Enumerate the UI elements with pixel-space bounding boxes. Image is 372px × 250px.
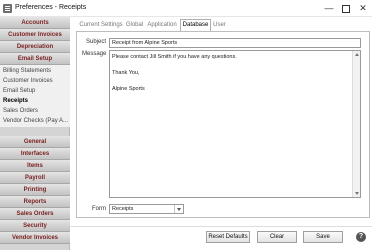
subject-field[interactable]: Receipt from Alpine Sports [109, 38, 361, 48]
minimize-button[interactable]: — [322, 2, 336, 14]
section-printing[interactable]: Printing [0, 184, 70, 196]
email-setup-panel: Billing Statements Customer Invoices Ema… [0, 65, 70, 127]
sidebar-item-sales-orders[interactable]: Sales Orders [3, 108, 38, 114]
tab-global[interactable]: Global [124, 20, 145, 31]
section-customer-invoices[interactable]: Customer Invoices [0, 29, 70, 41]
sidebar: Accounts Customer Invoices Depreciation … [0, 17, 70, 250]
close-button[interactable]: ✕ [356, 2, 370, 14]
section-security[interactable]: Security [0, 220, 70, 232]
window-title: Preferences - Receipts [15, 4, 87, 11]
chevron-down-icon[interactable] [174, 205, 183, 213]
subject-label: Subject [86, 39, 107, 45]
app-icon [3, 4, 12, 13]
title-bar: Preferences - Receipts — ✕ [0, 0, 372, 17]
sidebar-item-billing-statements[interactable]: Billing Statements [3, 68, 51, 74]
section-items[interactable]: Items [0, 160, 70, 172]
maximize-button[interactable] [338, 2, 352, 14]
message-label: Message [82, 51, 107, 57]
tab-user[interactable]: User [211, 20, 228, 31]
help-icon[interactable]: ? [356, 232, 366, 242]
scroll-down-icon[interactable] [355, 192, 359, 195]
section-reports[interactable]: Reports [0, 196, 70, 208]
form-select[interactable]: Receipts [109, 204, 184, 214]
section-general[interactable]: General [0, 136, 70, 148]
section-depreciation[interactable]: Depreciation [0, 41, 70, 53]
section-email-setup[interactable]: Email Setup [0, 53, 70, 65]
section-payroll[interactable]: Payroll [0, 172, 70, 184]
clear-button[interactable]: Clear [257, 231, 297, 243]
tab-database[interactable]: Database [180, 19, 211, 31]
form-label: Form [92, 206, 106, 212]
form-select-value: Receipts [112, 206, 134, 212]
sidebar-item-email-setup[interactable]: Email Setup [3, 88, 35, 94]
sidebar-item-receipts[interactable]: Receipts [3, 98, 28, 104]
tab-current-settings[interactable]: Current Settings [78, 20, 124, 31]
save-button[interactable]: Save [303, 231, 343, 243]
sidebar-item-vendor-checks[interactable]: Vendor Checks (Pay A... [3, 118, 68, 124]
tab-application[interactable]: Application [145, 20, 179, 31]
section-interfaces[interactable]: Interfaces [0, 148, 70, 160]
footer-divider [70, 226, 372, 227]
message-field[interactable]: Please contact Jill Smith if you have an… [109, 50, 361, 198]
sidebar-item-customer-invoices[interactable]: Customer Invoices [3, 78, 53, 84]
section-vendor-invoices[interactable]: Vendor Invoices [0, 232, 70, 244]
reset-defaults-button[interactable]: Reset Defaults [206, 231, 250, 243]
section-sales-orders[interactable]: Sales Orders [0, 208, 70, 220]
section-accounts[interactable]: Accounts [0, 17, 70, 29]
message-scrollbar[interactable] [352, 51, 360, 197]
scroll-up-icon[interactable] [355, 53, 359, 56]
